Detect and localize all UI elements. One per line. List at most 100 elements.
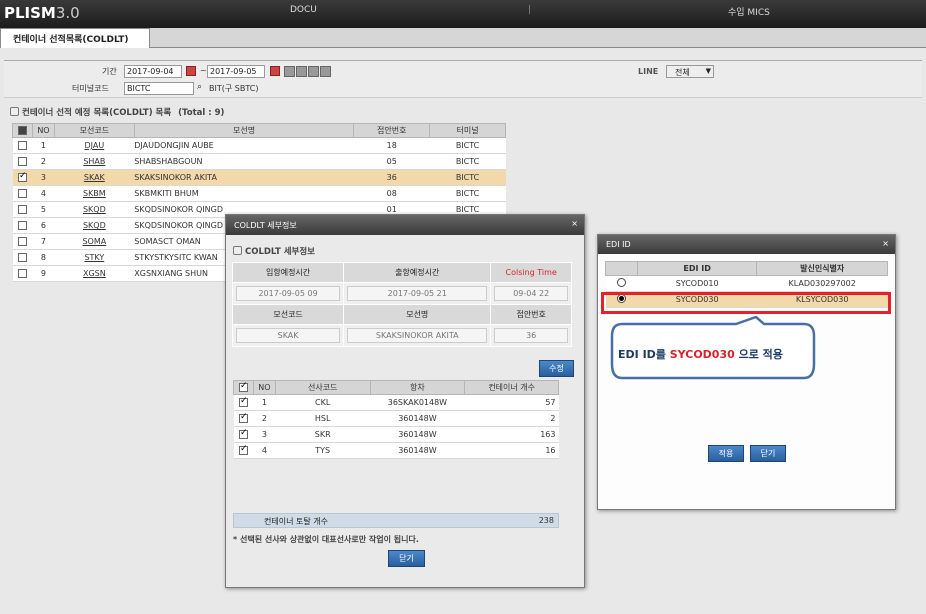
row-vessel-name: SHABSHABGOUN [134,153,354,170]
calendar-icon[interactable] [186,66,196,76]
row-checkbox[interactable] [17,189,27,198]
row-vessel-code[interactable]: SKQD [54,201,135,218]
row-select-cell[interactable] [12,201,33,218]
row-select-cell[interactable] [12,169,33,186]
vessel-name-label: 모선명 [343,304,492,325]
row-count: 2 [464,410,559,427]
row-checkbox[interactable] [17,253,27,262]
row-checkbox[interactable] [238,412,248,423]
section-icon [233,246,242,255]
row-no: 6 [32,217,55,234]
row-checkbox[interactable] [17,269,27,278]
calendar-icon[interactable] [270,66,280,76]
next-icon[interactable] [308,66,319,77]
row-no: 1 [253,394,276,411]
row-terminal: BICTC [429,137,506,154]
row-no: 3 [253,426,276,443]
period-label: 기간 [102,67,117,76]
departure-value: 2017-09-05 21 [347,286,488,301]
last-icon[interactable] [320,66,331,77]
berth-value: 36 [494,328,568,343]
row-select-cell[interactable] [12,217,33,234]
row-select-cell[interactable] [12,185,33,202]
first-icon[interactable] [284,66,295,77]
row-checkbox[interactable] [238,428,248,439]
row-vessel-code[interactable]: SKBM [54,185,135,202]
table-row[interactable]: 1 DJAU DJAUDONGJIN AUBE 18 BICTC [12,137,506,154]
select-all-header[interactable] [233,380,254,395]
search-icon[interactable]: ⌕ [197,82,202,92]
row-terminal: BICTC [429,185,506,202]
date-to-input[interactable]: 2017-09-05 [207,65,265,78]
row-vessel-name: SKBMKITI BHUM [134,185,354,202]
table-row[interactable]: 4TYS360148W16 [233,442,559,459]
select-all-checkbox[interactable] [238,381,248,392]
row-vessel-code[interactable]: XGSN [54,265,135,282]
top-bar [0,0,926,28]
table-row[interactable]: SYCOD010 KLAD030297002 [605,275,888,292]
vessel-code-label: 모선코드 [231,304,345,325]
table-row[interactable]: 3SKAKSKAKSINOKOR AKITA36BICTC [12,169,506,186]
row-select-cell[interactable] [233,394,254,411]
row-select-cell[interactable] [12,153,33,170]
close-icon[interactable]: × [571,219,578,228]
row-select-cell[interactable] [12,233,33,250]
row-count: 57 [464,394,559,411]
row-vessel-code[interactable]: DJAU [54,137,135,154]
edit-button[interactable]: 수정 [539,360,574,377]
terminal-code-input[interactable]: BICTC [124,82,194,95]
berth-label: 접안번호 [490,304,572,325]
row-select-cell[interactable] [12,249,33,266]
app-logo[interactable]: PLISM3.0 [4,4,80,22]
row-radio[interactable] [616,278,626,287]
row-checkbox[interactable] [17,171,27,182]
row-vessel-code[interactable]: SKAK [54,169,135,186]
row-checkbox[interactable] [17,141,27,150]
select-all-checkbox[interactable] [17,126,27,135]
row-count: 163 [464,426,559,443]
table-row[interactable]: 3SKR360148W163 [233,426,559,443]
edi-close-button[interactable]: 닫기 [750,445,786,462]
departure-label: 출항예정시간 [343,262,492,283]
row-select-cell[interactable] [605,275,638,292]
col-voyage: 항차 [369,380,466,395]
row-no: 9 [32,265,55,282]
row-select-cell[interactable] [12,137,33,154]
date-from-input[interactable]: 2017-09-04 [124,65,182,78]
vessel-code-value: SKAK [236,328,341,343]
tab-coldlt[interactable]: 컨테이너 선적목록(COLDLT) [0,28,150,48]
menu-docu[interactable]: DOCU [290,5,317,15]
row-select-cell[interactable] [233,442,254,459]
row-no: 2 [253,410,276,427]
row-select-cell[interactable] [12,265,33,282]
table-row[interactable]: 4 SKBM SKBMKITI BHUM 08 BICTC [12,185,506,202]
apply-button[interactable]: 적용 [708,445,744,462]
arrival-label: 입항예정시간 [231,262,345,283]
row-vessel-code[interactable]: SKQD [54,217,135,234]
row-vessel-code[interactable]: STKY [54,249,135,266]
row-carrier: CKL [275,394,370,411]
table-header-row: NO 모선코드 모선명 접안번호 터미널 [12,123,506,138]
table-row[interactable]: 2 SHAB SHABSHABGOUN 05 BICTC [12,153,506,170]
row-checkbox[interactable] [17,157,27,166]
row-checkbox[interactable] [238,396,248,407]
close-icon[interactable]: × [882,239,889,248]
table-row[interactable]: 1CKL36SKAK0148W57 [233,394,559,411]
row-checkbox[interactable] [17,221,27,230]
row-vessel-code[interactable]: SOMA [54,233,135,250]
row-checkbox[interactable] [238,444,248,455]
section-icon [10,107,19,116]
row-checkbox[interactable] [17,205,27,214]
prev-icon[interactable] [296,66,307,77]
select-all-header[interactable] [12,123,33,138]
table-row[interactable]: 2HSL360148W2 [233,410,559,427]
col-select [605,261,638,276]
row-select-cell[interactable] [233,426,254,443]
row-vessel-code[interactable]: SHAB [54,153,135,170]
row-checkbox[interactable] [17,237,27,246]
detail-close-button[interactable]: 닫기 [388,550,425,567]
menu-mics[interactable]: 수입 MICS [728,5,770,18]
row-edi-id: SYCOD010 [637,275,757,292]
row-select-cell[interactable] [233,410,254,427]
line-select[interactable]: 전체 ▼ [666,65,714,78]
